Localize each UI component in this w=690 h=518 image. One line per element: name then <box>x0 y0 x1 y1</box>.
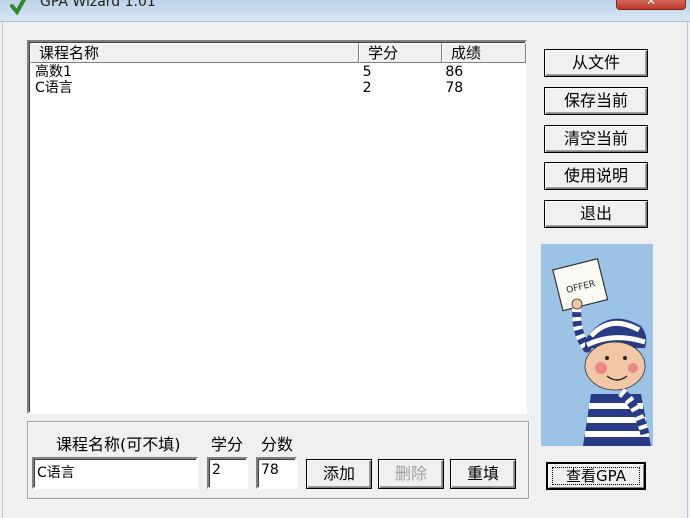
cell-score: 78 <box>445 80 464 96</box>
course-name-field[interactable]: C语言 <box>32 457 198 489</box>
clear-current-button[interactable]: 清空当前 <box>544 125 648 153</box>
checkmark-icon <box>10 0 27 16</box>
column-header-course[interactable]: 课程名称 <box>30 43 359 63</box>
score-label: 分数 <box>261 435 294 454</box>
cell-course: 高数1 <box>35 64 72 80</box>
close-icon: ✕ <box>645 0 657 8</box>
reset-button[interactable]: 重填 <box>450 459 516 489</box>
credit-field[interactable]: 2 <box>207 457 248 489</box>
close-button[interactable]: ✕ <box>616 0 686 10</box>
course-list[interactable]: 课程名称 学分 成绩 高数1 5 86 C语言 2 78 <box>27 40 527 414</box>
score-field[interactable]: 78 <box>256 457 297 489</box>
title-bar: GPA Wizard 1.01 ✕ <box>0 0 690 22</box>
cell-course: C语言 <box>35 80 73 96</box>
cell-credit: 2 <box>362 80 372 96</box>
credit-label: 学分 <box>211 435 244 454</box>
exit-button[interactable]: 退出 <box>544 200 648 228</box>
instructions-button[interactable]: 使用说明 <box>544 162 648 190</box>
course-name-label: 课程名称(可不填) <box>56 435 181 454</box>
list-item[interactable]: 高数1 5 86 <box>30 64 524 80</box>
list-rows: 高数1 5 86 C语言 2 78 <box>30 64 524 96</box>
cell-score: 86 <box>445 64 464 80</box>
view-gpa-label: 查看GPA <box>566 467 626 485</box>
save-current-button[interactable]: 保存当前 <box>544 87 648 115</box>
column-header-credit[interactable]: 学分 <box>359 43 442 63</box>
window-title: GPA Wizard 1.01 <box>40 0 156 10</box>
view-gpa-button[interactable]: 查看GPA <box>546 462 646 490</box>
list-item[interactable]: C语言 2 78 <box>30 80 524 96</box>
from-file-button[interactable]: 从文件 <box>544 49 648 77</box>
cell-credit: 5 <box>362 64 372 80</box>
add-button[interactable]: 添加 <box>306 459 372 489</box>
list-header: 课程名称 学分 成绩 <box>30 43 526 63</box>
offer-cartoon-image: OFFER <box>541 244 653 446</box>
column-header-score[interactable]: 成绩 <box>442 43 526 63</box>
delete-button[interactable]: 删除 <box>378 459 444 489</box>
